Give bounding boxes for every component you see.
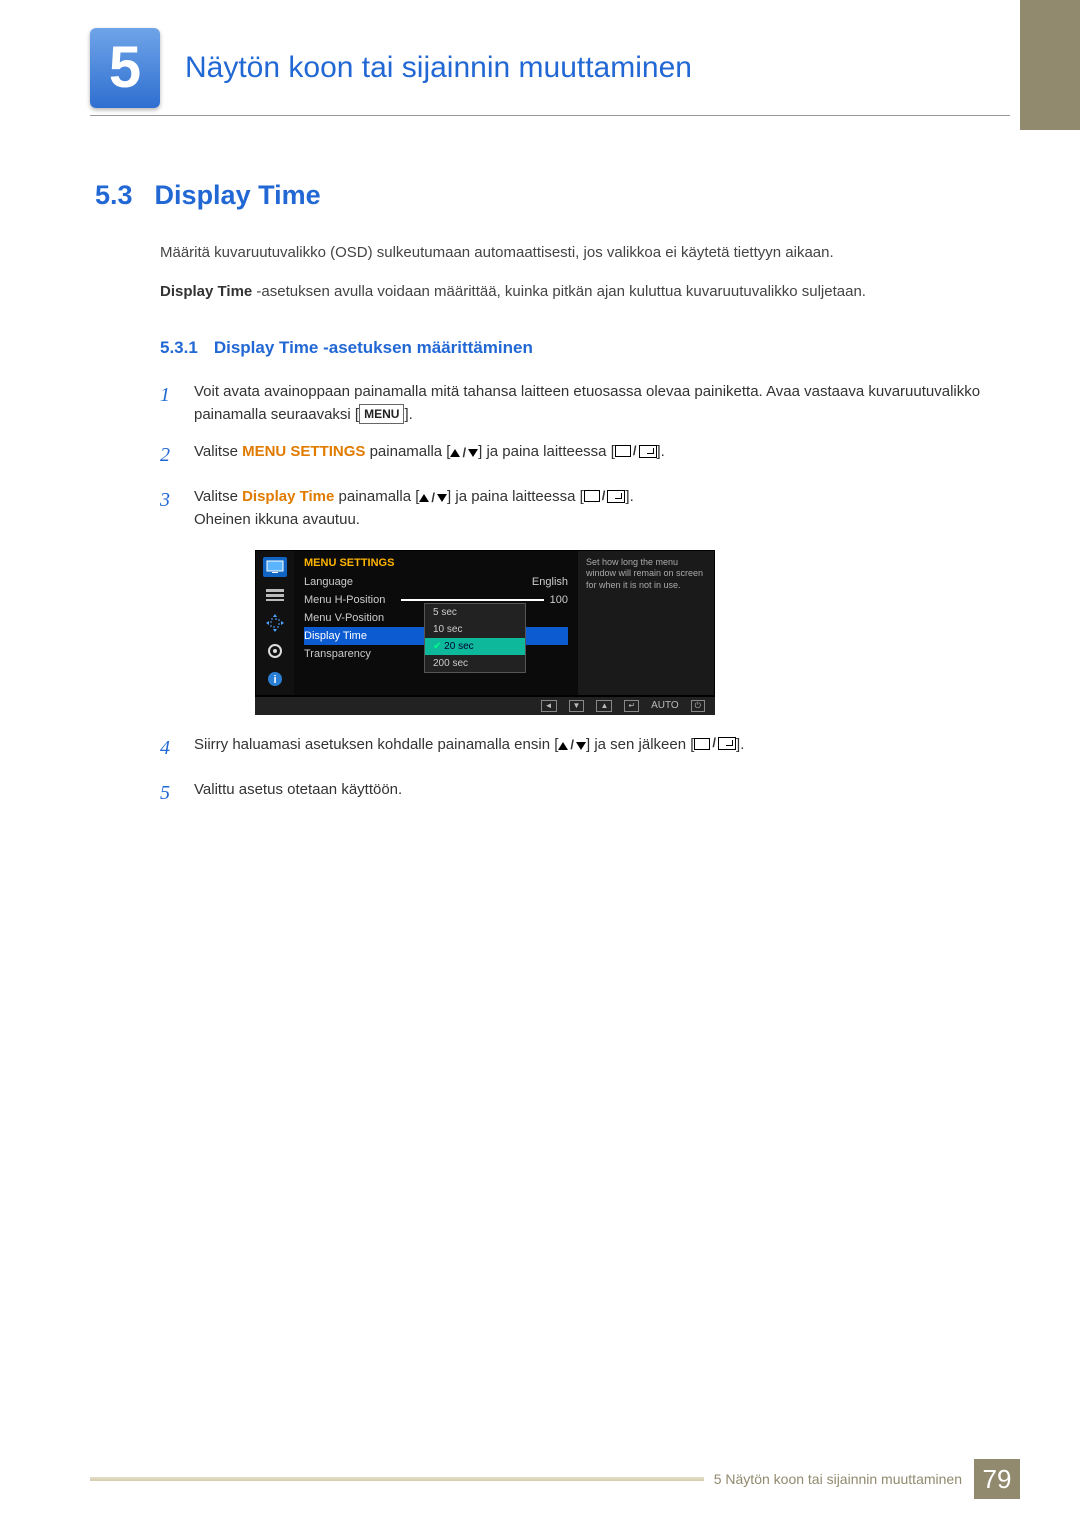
osd-option: 200 sec	[425, 655, 525, 672]
footer-divider	[90, 1477, 704, 1481]
step-2-a: Valitse	[194, 443, 242, 460]
osd-title: MENU SETTINGS	[304, 557, 568, 569]
osd-main-panel: MENU SETTINGS Language English Menu H-Po…	[294, 551, 578, 695]
up-down-icon: /	[450, 443, 478, 463]
osd-sidebar: i	[256, 551, 294, 695]
power-icon: ⏻	[691, 700, 705, 712]
osd-label: Menu H-Position	[304, 594, 385, 606]
step-number: 3	[160, 485, 178, 532]
up-down-icon: /	[419, 488, 447, 508]
step-2: 2 Valitse MENU SETTINGS painamalla [/] j…	[160, 440, 985, 471]
step-number: 5	[160, 778, 178, 809]
display-time-label: Display Time	[242, 488, 334, 505]
step-number: 2	[160, 440, 178, 471]
osd-option: 5 sec	[425, 604, 525, 621]
select-enter-icon: /	[694, 733, 736, 753]
osd-value: 100	[550, 594, 568, 606]
osd-value: English	[532, 576, 568, 588]
up-down-icon: /	[558, 735, 586, 755]
subsection-heading: 5.3.1 Display Time -asetuksen määrittämi…	[160, 338, 985, 358]
step-3-d: ] ja paina laitteessa [	[447, 488, 584, 505]
steps-list-cont: 4 Siirry haluamasi asetuksen kohdalle pa…	[160, 733, 985, 809]
subsection-title: Display Time -asetuksen määrittäminen	[214, 338, 533, 358]
osd-label: Transparency	[304, 648, 371, 660]
header-decoration	[1020, 0, 1080, 130]
osd-help-panel: Set how long the menu window will remain…	[578, 551, 714, 695]
list-icon	[263, 585, 287, 605]
step-4: 4 Siirry haluamasi asetuksen kohdalle pa…	[160, 733, 985, 764]
select-enter-icon: /	[584, 486, 626, 506]
step-number: 1	[160, 380, 178, 427]
intro-paragraph-1: Määritä kuvaruutuvalikko (OSD) sulkeutum…	[160, 241, 985, 264]
gear-icon	[263, 641, 287, 661]
slider-icon	[401, 599, 543, 601]
info-icon: i	[263, 669, 287, 689]
osd-option-selected: 20 sec	[425, 638, 525, 655]
footer-chapter-ref: 5 Näytön koon tai sijainnin muuttaminen	[714, 1471, 962, 1487]
step-5-text: Valittu asetus otetaan käyttöön.	[194, 778, 402, 809]
auto-label: AUTO	[651, 700, 679, 711]
osd-label: Display Time	[304, 630, 367, 642]
chapter-header: 5 Näytön koon tai sijainnin muuttaminen	[90, 20, 1010, 116]
step-3-e: ].	[625, 488, 633, 505]
section-title: Display Time	[155, 180, 321, 211]
subsection-number: 5.3.1	[160, 338, 198, 358]
term-display-time: Display Time	[160, 283, 252, 300]
step-2-c: painamalla [	[365, 443, 450, 460]
svg-text:i: i	[273, 674, 276, 686]
section-number: 5.3	[95, 180, 133, 211]
steps-list: 1 Voit avata avainoppaan painamalla mitä…	[160, 380, 985, 532]
osd-option: 10 sec	[425, 621, 525, 638]
osd-row-language: Language English	[304, 573, 568, 591]
step-3: 3 Valitse Display Time painamalla [/] ja…	[160, 485, 985, 532]
step-3-f: Oheinen ikkuna avautuu.	[194, 511, 360, 528]
step-2-e: ].	[657, 443, 665, 460]
left-icon: ◄	[541, 700, 557, 712]
step-1: 1 Voit avata avainoppaan painamalla mitä…	[160, 380, 985, 427]
step-3-a: Valitse	[194, 488, 242, 505]
content-area: 5.3 Display Time Määritä kuvaruutuvalikk…	[95, 180, 985, 823]
menu-button-chip: MENU	[359, 404, 404, 425]
osd-window: i MENU SETTINGS Language English Menu H-…	[255, 550, 715, 696]
menu-settings-label: MENU SETTINGS	[242, 443, 365, 460]
step-2-d: ] ja paina laitteessa [	[478, 443, 615, 460]
chapter-title: Näytön koon tai sijainnin muuttaminen	[185, 51, 692, 85]
enter-icon: ↵	[624, 700, 639, 712]
step-1-text-b: ].	[404, 406, 412, 423]
step-1-text-a: Voit avata avainoppaan painamalla mitä t…	[194, 383, 980, 423]
step-4-b: ] ja sen jälkeen [	[586, 736, 694, 753]
monitor-icon	[263, 557, 287, 577]
section-heading: 5.3 Display Time	[95, 180, 985, 211]
up-icon: ▲	[596, 700, 612, 712]
step-number: 4	[160, 733, 178, 764]
page: 5 Näytön koon tai sijainnin muuttaminen …	[0, 0, 1080, 1527]
step-3-c: painamalla [	[334, 488, 419, 505]
osd-label: Language	[304, 576, 353, 588]
chapter-number-badge: 5	[90, 28, 160, 108]
osd-label: Menu V-Position	[304, 612, 384, 624]
step-4-c: ].	[736, 736, 744, 753]
position-icon	[263, 613, 287, 633]
osd-screenshot: i MENU SETTINGS Language English Menu H-…	[255, 550, 715, 715]
page-number: 79	[974, 1459, 1020, 1499]
osd-footer: ◄ ▼ ▲ ↵ AUTO ⏻	[255, 696, 715, 715]
osd-dropdown: 5 sec 10 sec 20 sec 200 sec	[424, 603, 526, 673]
down-icon: ▼	[569, 700, 585, 712]
intro-paragraph-2: Display Time -asetuksen avulla voidaan m…	[160, 280, 985, 303]
step-5: 5 Valittu asetus otetaan käyttöön.	[160, 778, 985, 809]
page-footer: 5 Näytön koon tai sijainnin muuttaminen …	[90, 1459, 1020, 1499]
intro-2-rest: -asetuksen avulla voidaan määrittää, kui…	[252, 283, 866, 300]
step-4-a: Siirry haluamasi asetuksen kohdalle pain…	[194, 736, 558, 753]
select-enter-icon: /	[615, 441, 657, 461]
